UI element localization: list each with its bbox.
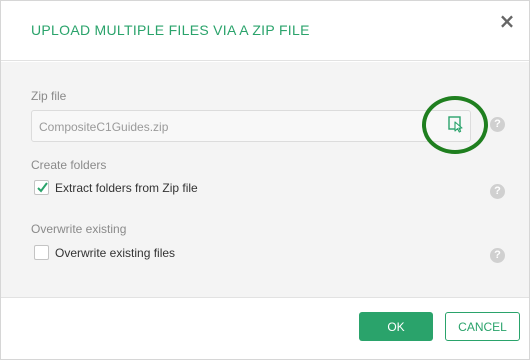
zip-file-value: CompositeC1Guides.zip xyxy=(39,120,169,134)
browse-file-button[interactable] xyxy=(441,110,471,142)
dialog-body: Zip file CompositeC1Guides.zip ? Create … xyxy=(1,62,529,298)
close-icon[interactable]: × xyxy=(497,11,517,31)
overwrite-files-option[interactable]: Overwrite existing files xyxy=(34,245,175,260)
checkmark-icon xyxy=(37,182,48,193)
file-browse-icon xyxy=(447,115,465,138)
create-folders-help-icon[interactable]: ? xyxy=(490,184,505,199)
zip-help-icon[interactable]: ? xyxy=(490,117,505,132)
extract-folders-option[interactable]: Extract folders from Zip file xyxy=(34,180,198,195)
extract-folders-checkbox[interactable] xyxy=(34,180,49,195)
cancel-button[interactable]: CANCEL xyxy=(445,312,520,341)
zip-file-label: Zip file xyxy=(31,89,67,103)
ok-button[interactable]: OK xyxy=(359,312,433,341)
dialog-header: UPLOAD MULTIPLE FILES VIA A ZIP FILE × xyxy=(1,1,529,61)
create-folders-label: Create folders xyxy=(31,158,107,172)
overwrite-files-label: Overwrite existing files xyxy=(55,245,176,260)
upload-zip-dialog: UPLOAD MULTIPLE FILES VIA A ZIP FILE × Z… xyxy=(0,0,530,360)
overwrite-help-icon[interactable]: ? xyxy=(490,248,505,263)
overwrite-files-checkbox[interactable] xyxy=(34,245,49,260)
dialog-footer: OK CANCEL xyxy=(1,299,529,359)
zip-file-field[interactable]: CompositeC1Guides.zip xyxy=(31,110,471,142)
dialog-title: UPLOAD MULTIPLE FILES VIA A ZIP FILE xyxy=(31,22,310,38)
extract-folders-label: Extract folders from Zip file xyxy=(55,180,198,195)
overwrite-existing-label: Overwrite existing xyxy=(31,222,127,236)
